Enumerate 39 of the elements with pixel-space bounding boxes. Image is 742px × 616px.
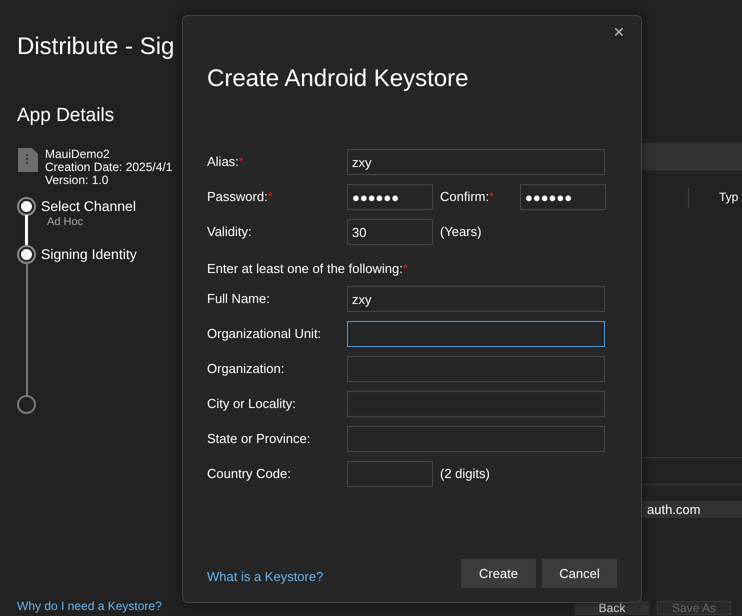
unit-label: (2 digits) — [440, 465, 490, 484]
window-title: Distribute - Sig — [17, 33, 176, 61]
step-label[interactable]: Signing Identity — [41, 245, 137, 263]
field-label: Password:* — [207, 188, 274, 206]
help-link[interactable]: What is a Keystore? — [207, 567, 324, 586]
input-field[interactable]: zxy — [347, 286, 605, 312]
app-name: MauiDemo2 — [45, 148, 111, 161]
dialog-button[interactable]: Cancel — [542, 559, 617, 588]
field-label: Organization: — [207, 360, 286, 378]
field-label: Enter at least one of the following:* — [207, 260, 409, 278]
input-field[interactable]: 30 — [347, 219, 433, 245]
input-field[interactable]: ●●●●●● — [520, 184, 606, 210]
creation-date: Creation Date: 2025/4/1 — [45, 161, 172, 174]
help-link[interactable]: Why do I need a Keystore? — [17, 597, 182, 615]
input-field[interactable]: zxy — [347, 149, 605, 175]
input-field[interactable] — [347, 356, 605, 382]
step-label[interactable]: Select Channel — [41, 197, 136, 215]
field-label: Country Code: — [207, 465, 292, 484]
field-label: Alias:* — [207, 153, 245, 172]
input-field[interactable] — [347, 391, 605, 417]
field-label: Organizational Unit: — [207, 325, 322, 344]
close-button[interactable]: ✕ — [611, 24, 627, 40]
step-detail: Ad Hoc — [47, 215, 84, 229]
dialog-title: Create Android Keystore — [207, 64, 470, 94]
input-field[interactable] — [347, 321, 605, 347]
column-header: Typ — [718, 189, 738, 206]
section-heading: App Details — [17, 104, 116, 128]
input-field[interactable] — [347, 426, 605, 452]
field-label: State or Province: — [207, 430, 312, 448]
app-version: Version: 1.0 — [45, 174, 110, 187]
dialog-button[interactable]: Create — [461, 559, 536, 588]
field-label: Full Name: — [207, 290, 271, 308]
field-label: Validity: — [207, 223, 253, 242]
input-field[interactable] — [347, 461, 433, 487]
input-field[interactable]: ●●●●●● — [347, 184, 433, 210]
field-label: Confirm:* — [440, 188, 496, 206]
field-label: City or Locality: — [207, 395, 297, 414]
file-icon — [18, 148, 38, 172]
unit-label: (Years) — [440, 223, 482, 242]
